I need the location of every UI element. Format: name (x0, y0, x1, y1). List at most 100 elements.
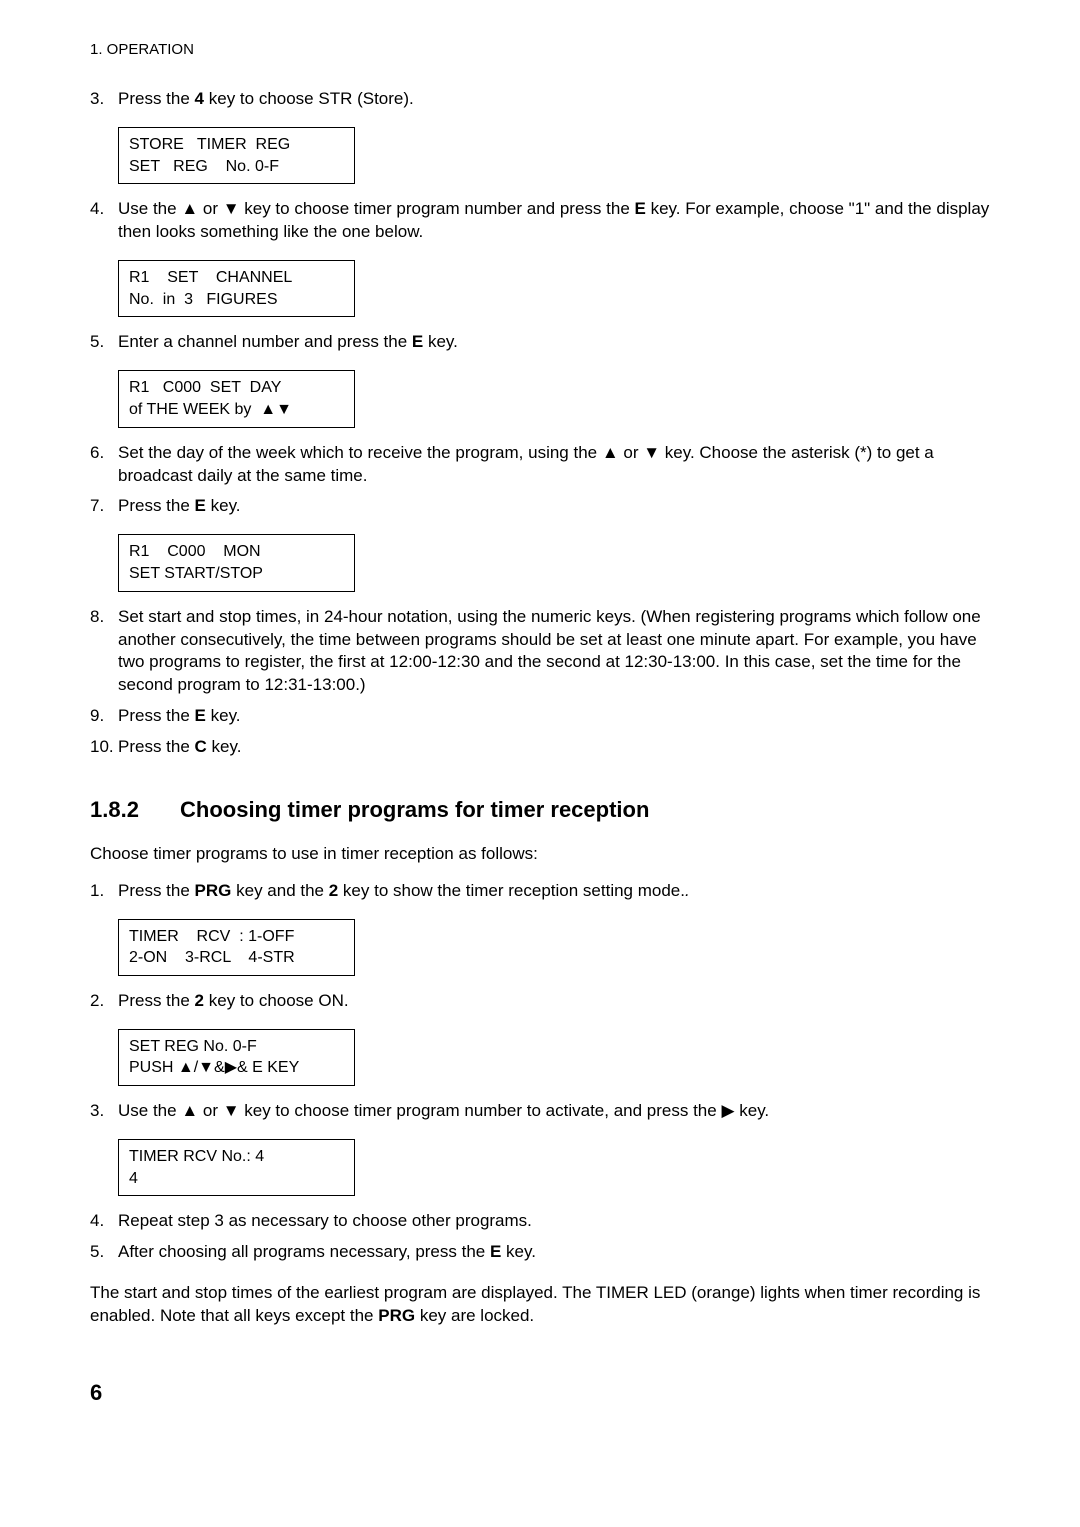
text: Press the (118, 737, 195, 756)
key-label: E (195, 706, 206, 725)
text: Press the (118, 496, 195, 515)
key-label: C (195, 737, 207, 756)
lcd-display: STORE TIMER REG SET REG No. 0-F (118, 127, 355, 184)
key-label: E (195, 496, 206, 515)
step-b5: 5. After choosing all programs necessary… (90, 1241, 1000, 1264)
text: key and the (231, 881, 328, 900)
step-text: Use the or key to choose timer program n… (118, 1100, 1000, 1123)
step-number: 10. (90, 736, 118, 759)
text: After choosing all programs necessary, p… (118, 1242, 490, 1261)
text: Press the (118, 706, 195, 725)
step-number: 6. (90, 442, 118, 488)
step-number: 5. (90, 331, 118, 354)
step-9: 9. Press the E key. (90, 705, 1000, 728)
right-arrow-icon (721, 1101, 734, 1120)
lcd-display: TIMER RCV No.: 4 4 (118, 1139, 355, 1196)
text: key to choose STR (Store). (204, 89, 414, 108)
text: key. (207, 737, 242, 756)
text: key. (501, 1242, 536, 1261)
text: Use the (118, 199, 181, 218)
step-6: 6. Set the day of the week which to rece… (90, 442, 1000, 488)
key-label: 2 (329, 881, 338, 900)
step-5: 5. Enter a channel number and press the … (90, 331, 1000, 354)
step-text: Press the 4 key to choose STR (Store). (118, 88, 1000, 111)
step-10: 10. Press the C key. (90, 736, 1000, 759)
step-text: After choosing all programs necessary, p… (118, 1241, 1000, 1264)
step-number: 2. (90, 990, 118, 1013)
lcd-display: R1 SET CHANNEL No. in 3 FIGURES (118, 260, 355, 317)
text: Enter a channel number and press the (118, 332, 412, 351)
text: key to choose ON. (204, 991, 349, 1010)
key-label: 2 (195, 991, 204, 1010)
key-label: E (490, 1242, 501, 1261)
down-arrow-icon (643, 443, 660, 462)
key-label: E (635, 199, 646, 218)
lcd-display: TIMER RCV : 1-OFF 2-ON 3-RCL 4-STR (118, 919, 355, 976)
text: or (198, 1101, 223, 1120)
text: or (198, 199, 223, 218)
text: key. (206, 496, 241, 515)
step-number: 3. (90, 1100, 118, 1123)
step-number: 5. (90, 1241, 118, 1264)
text: Press the (118, 991, 195, 1010)
step-text: Press the E key. (118, 705, 1000, 728)
down-arrow-icon (223, 1101, 240, 1120)
text: key are locked. (415, 1306, 534, 1325)
step-number: 3. (90, 88, 118, 111)
step-text: Set the day of the week which to receive… (118, 442, 1000, 488)
step-text: Press the C key. (118, 736, 1000, 759)
text: key to choose timer program number and p… (240, 199, 635, 218)
text: Set the day of the week which to receive… (118, 443, 602, 462)
step-text: Set start and stop times, in 24-hour not… (118, 606, 1000, 698)
intro-text: Choose timer programs to use in timer re… (90, 843, 1000, 866)
page-number: 6 (90, 1378, 1000, 1408)
step-text: Press the E key. (118, 495, 1000, 518)
up-arrow-icon (181, 199, 198, 218)
step-b1: 1. Press the PRG key and the 2 key to sh… (90, 880, 1000, 903)
text: key to choose timer program number to ac… (240, 1101, 722, 1120)
step-number: 9. (90, 705, 118, 728)
step-number: 7. (90, 495, 118, 518)
lcd-display: R1 C000 SET DAY of THE WEEK by ▲▼ (118, 370, 355, 427)
up-arrow-icon (602, 443, 619, 462)
key-label: PRG (378, 1306, 415, 1325)
step-b2: 2. Press the 2 key to choose ON. (90, 990, 1000, 1013)
text: key. (206, 706, 241, 725)
step-b4: 4. Repeat step 3 as necessary to choose … (90, 1210, 1000, 1233)
text: key to show the timer reception setting … (338, 881, 685, 900)
key-label: E (412, 332, 423, 351)
text: Use the (118, 1101, 181, 1120)
text: Press the (118, 881, 195, 900)
step-text: Repeat step 3 as necessary to choose oth… (118, 1210, 1000, 1233)
key-label: PRG (195, 881, 232, 900)
up-arrow-icon (181, 1101, 198, 1120)
step-4: 4. Use the or key to choose timer progra… (90, 198, 1000, 244)
step-text: Enter a channel number and press the E k… (118, 331, 1000, 354)
down-arrow-icon (223, 199, 240, 218)
step-3: 3. Press the 4 key to choose STR (Store)… (90, 88, 1000, 111)
text: Press the (118, 89, 195, 108)
step-text: Press the 2 key to choose ON. (118, 990, 1000, 1013)
text: The start and stop times of the earliest… (90, 1283, 980, 1325)
step-b3: 3. Use the or key to choose timer progra… (90, 1100, 1000, 1123)
lcd-display: R1 C000 MON SET START/STOP (118, 534, 355, 591)
subsection-heading: 1.8.2Choosing timer programs for timer r… (90, 795, 1000, 825)
step-number: 1. (90, 880, 118, 903)
section-header: 1. OPERATION (90, 40, 1000, 60)
text: or (619, 443, 644, 462)
heading-title: Choosing timer programs for timer recept… (180, 797, 649, 822)
text: key. (423, 332, 458, 351)
step-8: 8. Set start and stop times, in 24-hour … (90, 606, 1000, 698)
closing-paragraph: The start and stop times of the earliest… (90, 1282, 1000, 1328)
heading-number: 1.8.2 (90, 795, 180, 825)
step-text: Use the or key to choose timer program n… (118, 198, 1000, 244)
step-number: 4. (90, 1210, 118, 1233)
text: key. (735, 1101, 770, 1120)
step-7: 7. Press the E key. (90, 495, 1000, 518)
key-label: 4 (195, 89, 204, 108)
step-number: 4. (90, 198, 118, 244)
step-number: 8. (90, 606, 118, 698)
step-text: Press the PRG key and the 2 key to show … (118, 880, 1000, 903)
lcd-display: SET REG No. 0-F PUSH ▲/▼&▶& E KEY (118, 1029, 355, 1086)
italic-period: . (685, 881, 690, 900)
